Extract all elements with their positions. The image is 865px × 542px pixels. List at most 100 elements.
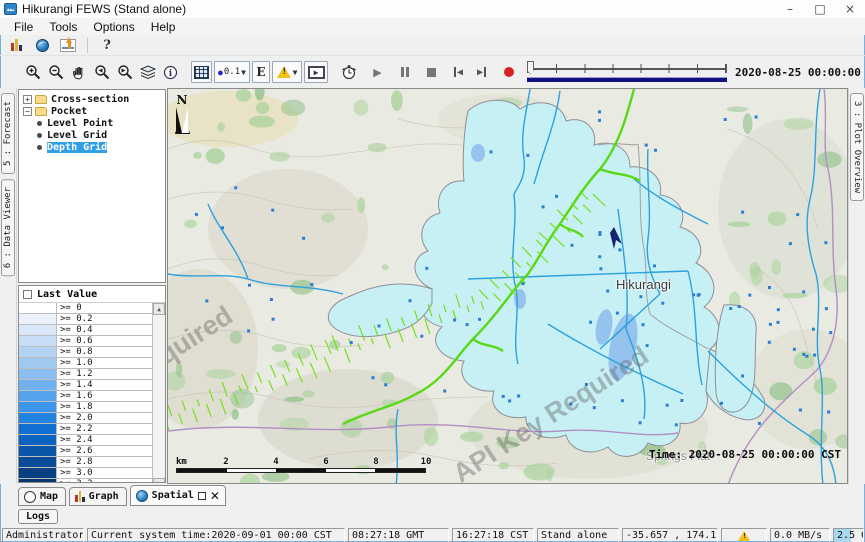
play-button[interactable]: ▶ xyxy=(367,61,388,83)
status-warning[interactable] xyxy=(721,528,767,542)
last-value-checkbox[interactable] xyxy=(23,290,32,299)
tree-item-cross-section[interactable]: + Cross-section xyxy=(23,93,165,105)
legend-scrollbar[interactable]: ▲ ▼ xyxy=(152,303,165,483)
expand-icon[interactable]: + xyxy=(23,95,32,104)
legend-row[interactable]: >= 0.8 xyxy=(19,347,152,358)
scale-segments xyxy=(176,468,426,473)
profile-display-button[interactable] xyxy=(58,36,78,54)
legend-swatch xyxy=(19,336,57,346)
legend-row[interactable]: >= 1.4 xyxy=(19,380,152,391)
time-slider-track[interactable] xyxy=(527,64,727,73)
tab-forecast[interactable]: 5 : Forecast xyxy=(1,93,15,174)
scroll-up-icon[interactable]: ▲ xyxy=(153,303,165,315)
zoom-next-icon xyxy=(116,64,133,80)
layer-tree: + Cross-section − Pocket Level Point Lev… xyxy=(18,89,166,283)
zoom-in-icon xyxy=(25,64,41,80)
contour-interval-dropdown[interactable]: ● 0.1 ▼ xyxy=(214,61,250,83)
pan-button[interactable] xyxy=(68,61,89,83)
legend-label: >= 2.6 xyxy=(57,446,93,456)
tree-item-pocket[interactable]: − Pocket xyxy=(23,105,165,117)
pause-button[interactable] xyxy=(394,61,415,83)
tree-item-level-grid[interactable]: Level Grid xyxy=(36,129,165,141)
info-button[interactable]: i xyxy=(160,61,181,83)
minimize-button[interactable]: – xyxy=(775,1,805,18)
timer-settings-button[interactable] xyxy=(338,61,359,83)
map-view[interactable]: N API Key Required API Key Required Hiku… xyxy=(167,88,848,484)
warning-icon xyxy=(277,66,291,78)
menu-item[interactable]: Options xyxy=(85,20,142,34)
legend-label: >= 1.2 xyxy=(57,369,93,379)
legend-row[interactable]: >= 1.0 xyxy=(19,358,152,369)
legend-row[interactable]: >= 1.8 xyxy=(19,402,152,413)
legend-row[interactable]: >= 2.0 xyxy=(19,413,152,424)
zoom-out-button[interactable] xyxy=(45,61,66,83)
legend-swatch xyxy=(19,468,57,478)
tab-graph[interactable]: Graph xyxy=(69,487,127,506)
legend-row[interactable]: >= 2.8 xyxy=(19,457,152,468)
tree-item-level-point[interactable]: Level Point xyxy=(36,117,165,129)
results-viewer-button[interactable] xyxy=(6,36,26,54)
legend-swatch xyxy=(19,413,57,423)
toolbar-separator xyxy=(87,38,88,53)
maximize-button[interactable]: □ xyxy=(805,1,835,18)
close-button[interactable]: × xyxy=(835,1,865,18)
legend-row[interactable]: >= 3.0 xyxy=(19,468,152,479)
thresholds-dropdown[interactable]: ▼ xyxy=(272,61,302,83)
legend-row[interactable]: >= 0 xyxy=(19,303,152,314)
map-display-button[interactable] xyxy=(32,36,52,54)
close-tab-icon[interactable]: ✕ xyxy=(210,489,220,503)
legend-row[interactable]: >= 0.4 xyxy=(19,325,152,336)
legend-button[interactable]: E xyxy=(252,61,270,83)
folder-icon xyxy=(35,95,47,104)
legend-swatch xyxy=(19,457,57,467)
tab-spatial[interactable]: Spatial ✕ xyxy=(130,485,226,506)
menu-item[interactable]: Help xyxy=(143,20,184,34)
scale-tick-label: 10 xyxy=(421,457,432,467)
grid-display-button[interactable] xyxy=(191,61,212,83)
collapse-icon[interactable]: − xyxy=(23,107,32,116)
record-button[interactable] xyxy=(498,61,519,83)
scale-bar: 246810 km xyxy=(176,457,426,473)
time-slider[interactable] xyxy=(527,60,727,84)
legend-swatch xyxy=(19,380,57,390)
legend-swatch xyxy=(19,325,57,335)
legend-row[interactable]: >= 0.2 xyxy=(19,314,152,325)
legend-row[interactable]: >= 2.2 xyxy=(19,424,152,435)
legend-row[interactable]: >= 2.6 xyxy=(19,446,152,457)
menu-bar: FileToolsOptionsHelp xyxy=(0,18,865,35)
tab-map-label: Map xyxy=(40,491,58,502)
tab-map[interactable]: Map xyxy=(18,487,66,506)
tab-data-viewer[interactable]: 6 : Data Viewer xyxy=(1,179,15,276)
legend-row[interactable]: >= 1.2 xyxy=(19,369,152,380)
zoom-next-button[interactable] xyxy=(114,61,135,83)
north-label: N xyxy=(176,93,188,107)
legend-row[interactable]: >= 1.6 xyxy=(19,391,152,402)
legend-row[interactable]: >= 3.2 xyxy=(19,479,152,483)
animation-button[interactable]: ▶ xyxy=(304,61,328,83)
maximize-tab-icon[interactable] xyxy=(198,492,206,500)
current-datetime: 2020-08-25 00:00:00 CST xyxy=(735,66,865,79)
menu-item[interactable]: Tools xyxy=(41,20,85,34)
logs-button[interactable]: Logs xyxy=(18,509,58,524)
menu-item[interactable]: File xyxy=(6,20,41,34)
bullet-icon xyxy=(37,145,42,150)
legend-row[interactable]: >= 0.6 xyxy=(19,336,152,347)
status-memory[interactable]: 2.5 GB xyxy=(833,528,864,542)
main-area: 5 : Forecast 6 : Data Viewer + Cross-sec… xyxy=(0,88,865,484)
scroll-down-icon[interactable]: ▼ xyxy=(153,478,165,483)
zoom-previous-button[interactable] xyxy=(91,61,112,83)
legend-row[interactable]: >= 2.4 xyxy=(19,435,152,446)
legend-swatch xyxy=(19,369,57,379)
help-button[interactable]: ? xyxy=(97,36,117,54)
title-bar[interactable]: Hikurangi FEWS (Stand alone) – □ × xyxy=(0,0,865,18)
tab-plot-overview[interactable]: 3 : Plot Overview xyxy=(850,93,864,201)
zoom-in-button[interactable] xyxy=(22,61,43,83)
grid-icon xyxy=(194,66,209,79)
last-value-label: Last Value xyxy=(37,289,97,300)
skip-first-button[interactable]: ◀ xyxy=(448,61,469,83)
layers-button[interactable] xyxy=(137,61,158,83)
stop-button[interactable] xyxy=(421,61,442,83)
skip-last-button[interactable]: ▶ xyxy=(471,61,492,83)
tree-item-depth-grid[interactable]: Depth Grid xyxy=(36,141,165,153)
legend-label: >= 1.4 xyxy=(57,380,93,390)
